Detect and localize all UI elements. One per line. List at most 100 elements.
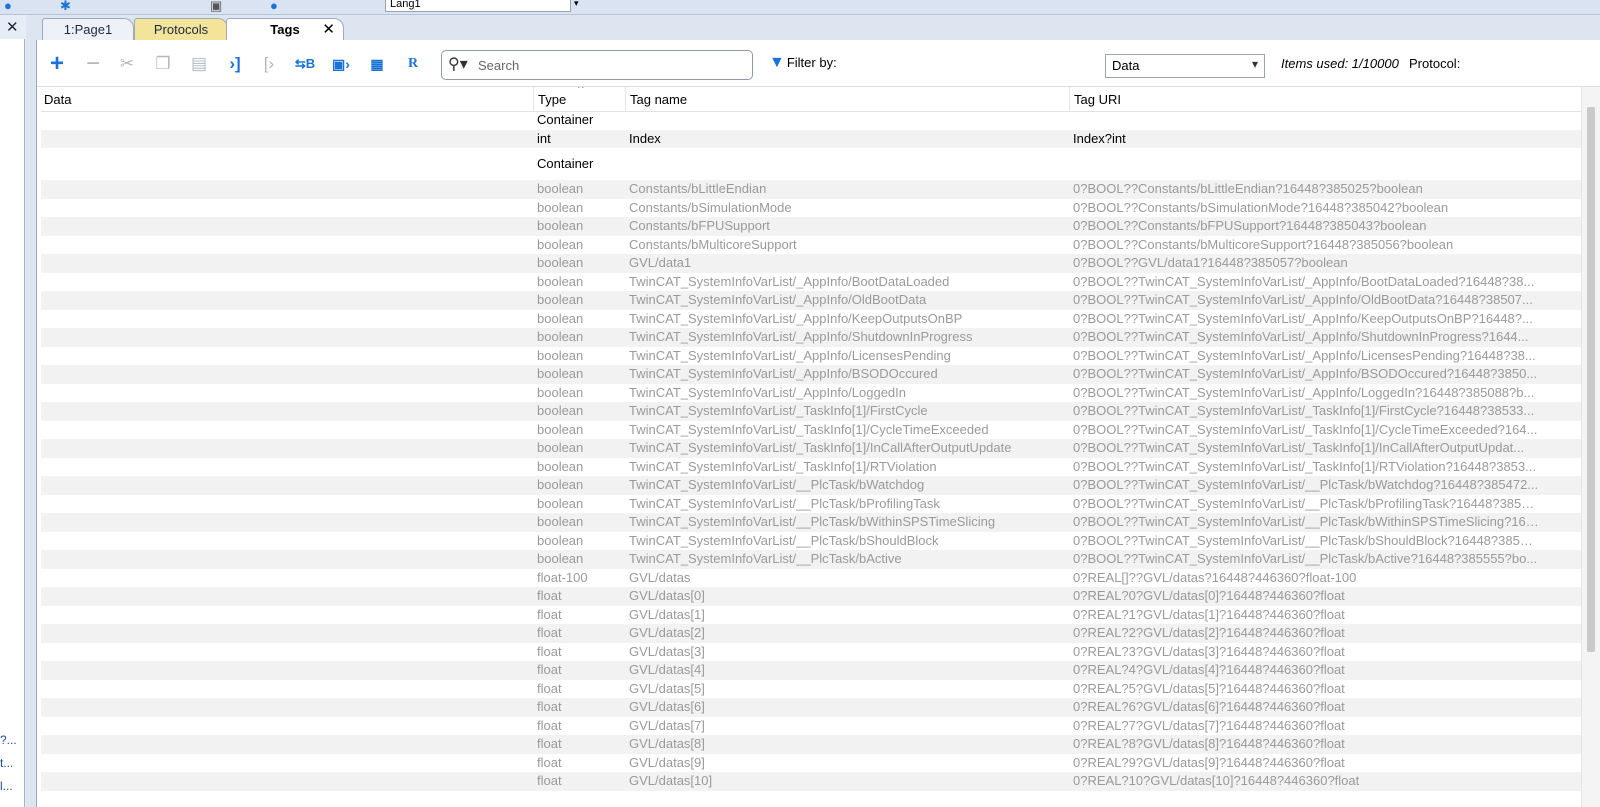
table-row[interactable]: └TwinCAT_SystemInfoVarList/__PlcTask/bPr…: [41, 495, 1581, 514]
cell-type: boolean: [537, 495, 584, 511]
table-row[interactable]: └TwinCAT_SystemInfoVarList/_AppInfo/Keep…: [41, 310, 1581, 329]
cell-type: float-100: [537, 569, 588, 585]
table-row[interactable]: └Constants/bMulticoreSupportbooleanConst…: [41, 236, 1581, 255]
cell-tag-uri: 0?BOOL??TwinCAT_SystemInfoVarList/_TaskI…: [1073, 421, 1538, 437]
filter-select[interactable]: Data ▾: [1105, 54, 1265, 78]
table-row[interactable]: └GVL/datasfloat-100GVL/datas0?REAL[]??GV…: [41, 569, 1581, 588]
table-row[interactable]: └GVL/datas[1]floatGVL/datas[1]0?REAL?1?G…: [41, 606, 1581, 625]
cell-tag-uri: 0?REAL?5?GVL/datas[5]?16448?446360?float: [1073, 680, 1345, 696]
table-row[interactable]: └GVL/datas[2]floatGVL/datas[2]0?REAL?2?G…: [41, 624, 1581, 643]
table-row[interactable]: └GVL/datas[8]floatGVL/datas[8]0?REAL?8?G…: [41, 735, 1581, 754]
info-icon[interactable]: ●: [270, 0, 278, 13]
column-header-type[interactable]: Type: [538, 92, 566, 107]
table-row[interactable]: └TwinCAT_SystemInfoVarList/_AppInfo/Lice…: [41, 347, 1581, 366]
cell-type: float: [537, 606, 562, 622]
table-row[interactable]: └TwinCAT_SystemInfoVarList/_TaskInfo[1]/…: [41, 439, 1581, 458]
tag-b-icon[interactable]: ⇆B: [293, 52, 317, 76]
tab-bar: 1:Page1 Protocols Tags ✕: [30, 15, 1600, 40]
table-row[interactable]: └TwinCAT_SystemInfoVarList/_TaskInfo[1]/…: [41, 402, 1581, 421]
map-icon[interactable]: ▣›: [329, 52, 353, 76]
table-row[interactable]: └GVL/datas[0]floatGVL/datas[0]0?REAL?0?G…: [41, 587, 1581, 606]
table-row[interactable]: └GVL/datas[5]floatGVL/datas[5]0?REAL?5?G…: [41, 680, 1581, 699]
remove-icon[interactable]: −: [81, 52, 105, 76]
column-header-tag-uri[interactable]: Tag URI: [1074, 92, 1121, 107]
table-row[interactable]: └GVL/datas[6]floatGVL/datas[6]0?REAL?6?G…: [41, 698, 1581, 717]
cell-type: boolean: [537, 440, 584, 455]
cell-tag-uri: 0?BOOL??TwinCAT_SystemInfoVarList/__PlcT…: [1073, 532, 1539, 548]
table-row[interactable]: └TwinCAT_SystemInfoVarList/_TaskInfo[1]/…: [41, 421, 1581, 440]
table-row[interactable]: └TwinCAT_SystemInfoVarList/_AppInfo/Logg…: [41, 384, 1581, 403]
cell-tag-uri: 0?BOOL??TwinCAT_SystemInfoVarList/__PlcT…: [1073, 477, 1539, 492]
cell-type: float: [537, 625, 562, 640]
map-all-icon[interactable]: ▦: [365, 52, 389, 76]
cell-tag-uri: 0?BOOL??TwinCAT_SystemInfoVarList/_AppIn…: [1073, 292, 1533, 307]
cell-tag-name: TwinCAT_SystemInfoVarList/__PlcTask/bWat…: [629, 477, 925, 492]
column-header-tag-name[interactable]: Tag name: [630, 92, 687, 107]
import-icon[interactable]: ›]: [223, 52, 247, 76]
table-row[interactable]: └TwinCAT_SystemInfoVarList/_TaskInfo[1]/…: [41, 458, 1581, 477]
copy-icon[interactable]: ❐: [151, 52, 175, 76]
column-divider[interactable]: [533, 87, 534, 111]
cell-type: float: [537, 754, 562, 770]
table-row[interactable]: └TwinCAT_SystemInfoVarList/_AppInfo/Shut…: [41, 328, 1581, 347]
app-icon[interactable]: ●: [4, 0, 12, 13]
cell-tag-uri: 0?BOOL??TwinCAT_SystemInfoVarList/__PlcT…: [1073, 495, 1539, 511]
table-row[interactable]: ◢Beckhoff ADS:prot1Model: PC/CXContainer: [41, 148, 1581, 180]
tab-tags[interactable]: Tags ✕: [226, 18, 344, 40]
search-box[interactable]: ⚲▾: [441, 50, 753, 80]
table-row[interactable]: └Constants/bLittleEndianbooleanConstants…: [41, 180, 1581, 199]
column-divider[interactable]: [1069, 87, 1070, 111]
table-row[interactable]: └GVL/datas[10]floatGVL/datas[10]0?REAL?1…: [41, 772, 1581, 791]
table-row[interactable]: └IndexintIndexIndex?int: [41, 129, 1581, 148]
cell-type: boolean: [537, 477, 584, 492]
cell-type: float: [537, 699, 562, 714]
table-row[interactable]: └TwinCAT_SystemInfoVarList/_AppInfo/BSOD…: [41, 365, 1581, 384]
cell-type: boolean: [537, 421, 584, 437]
table-row[interactable]: └TwinCAT_SystemInfoVarList/__PlcTask/bWa…: [41, 476, 1581, 495]
cell-tag-name: TwinCAT_SystemInfoVarList/_TaskInfo[1]/C…: [629, 421, 989, 437]
table-row[interactable]: └GVL/datas[3]floatGVL/datas[3]0?REAL?3?G…: [41, 643, 1581, 662]
search-icon[interactable]: ⚲▾: [448, 54, 468, 74]
column-divider[interactable]: [625, 87, 626, 111]
table-row[interactable]: └GVL/datas[9]floatGVL/datas[9]0?REAL?9?G…: [41, 754, 1581, 773]
scrollbar-thumb[interactable]: [1587, 107, 1595, 652]
left-item-3[interactable]: l...: [0, 779, 13, 793]
tab-protocols[interactable]: Protocols: [134, 18, 228, 40]
export-icon[interactable]: [›: [257, 52, 281, 76]
print-icon[interactable]: ▣: [210, 0, 222, 13]
table-row[interactable]: └TwinCAT_SystemInfoVarList/_AppInfo/Boot…: [41, 273, 1581, 292]
filter-by[interactable]: ▼ Filter by:: [769, 54, 837, 72]
cell-type: boolean: [537, 532, 584, 548]
close-icon[interactable]: ✕: [6, 18, 19, 36]
cell-tag-name: GVL/datas[7]: [629, 717, 705, 733]
vertical-scrollbar[interactable]: [1581, 87, 1600, 807]
gear-icon[interactable]: ✱: [60, 0, 71, 13]
add-icon[interactable]: +: [45, 52, 69, 76]
table-row[interactable]: └TwinCAT_SystemInfoVarList/_AppInfo/OldB…: [41, 291, 1581, 310]
table-row[interactable]: └Constants/bFPUSupportbooleanConstants/b…: [41, 217, 1581, 236]
column-header-data[interactable]: Data: [44, 92, 71, 107]
tab-page1[interactable]: 1:Page1: [42, 18, 134, 40]
table-row[interactable]: ◢Variables:prot2Container: [41, 111, 1581, 130]
table-row[interactable]: └GVL/datas[7]floatGVL/datas[7]0?REAL?7?G…: [41, 717, 1581, 736]
cut-icon[interactable]: ✂: [115, 52, 139, 76]
search-input[interactable]: [476, 55, 740, 75]
left-item-2[interactable]: t...: [0, 756, 13, 770]
dropdown-arrow-icon[interactable]: ▾: [574, 0, 579, 10]
table-row[interactable]: └TwinCAT_SystemInfoVarList/__PlcTask/bWi…: [41, 513, 1581, 532]
grid-header: Data Type ^ Tag name Tag URI: [41, 87, 1581, 112]
table-row[interactable]: └GVL/datas[4]floatGVL/datas[4]0?REAL?4?G…: [41, 661, 1581, 680]
cell-tag-name: GVL/datas[1]: [629, 606, 705, 622]
table-row[interactable]: └GVL/data1booleanGVL/data10?BOOL??GVL/da…: [41, 254, 1581, 273]
close-tab-icon[interactable]: ✕: [322, 19, 335, 40]
cell-type: boolean: [537, 514, 584, 529]
language-dropdown[interactable]: Lang1: [385, 0, 571, 12]
table-row[interactable]: └Constants/bSimulationModebooleanConstan…: [41, 199, 1581, 218]
rename-icon[interactable]: R: [401, 52, 425, 76]
table-row[interactable]: └TwinCAT_SystemInfoVarList/__PlcTask/bAc…: [41, 550, 1581, 569]
left-item-1[interactable]: ?...: [0, 733, 17, 747]
paste-icon[interactable]: ▤: [187, 52, 211, 76]
cell-tag-name: TwinCAT_SystemInfoVarList/_TaskInfo[1]/F…: [629, 403, 928, 418]
cell-tag-uri: 0?BOOL??TwinCAT_SystemInfoVarList/_AppIn…: [1073, 273, 1535, 289]
table-row[interactable]: └TwinCAT_SystemInfoVarList/__PlcTask/bSh…: [41, 532, 1581, 551]
